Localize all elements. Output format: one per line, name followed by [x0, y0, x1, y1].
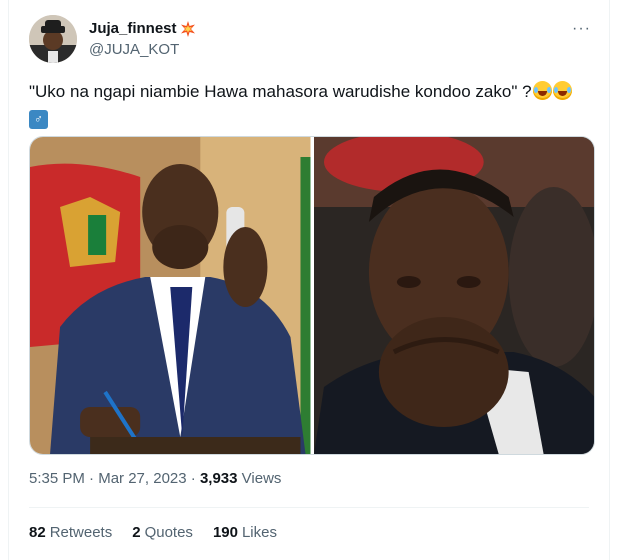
tweet-date[interactable]: Mar 27, 2023	[98, 470, 186, 487]
divider	[29, 507, 589, 508]
tweet-meta: 5:35 PM · Mar 27, 2023 · 3,933 Views	[29, 470, 281, 487]
author-name-row[interactable]: Juja_finnest	[89, 20, 196, 37]
laughing-emoji-icon	[552, 81, 572, 100]
quotes-label: Quotes	[144, 524, 193, 541]
man-symbol-emoji-icon: ♂	[29, 110, 48, 129]
views-count: 3,933	[199, 470, 238, 487]
engagement-stats: 82 Retweets 2 Quotes 190 Likes	[29, 524, 277, 541]
retweets-link[interactable]: 82 Retweets	[29, 524, 112, 541]
man-on-phone-image	[30, 137, 311, 454]
tweet-card: Juja_finnest @JUJA_KOT ··· "Uko na ngapi…	[8, 0, 610, 560]
laughing-emoji-icon	[532, 81, 552, 100]
likes-link[interactable]: 190 Likes	[213, 524, 277, 541]
likes-count: 190	[212, 524, 238, 541]
quotes-link[interactable]: 2 Quotes	[132, 524, 193, 541]
retweets-label: Retweets	[49, 524, 113, 541]
media-photo-left[interactable]	[30, 137, 311, 454]
views-label: Views	[241, 470, 282, 487]
quotes-count: 2	[132, 524, 141, 541]
retweets-count: 82	[29, 524, 46, 541]
tweet-body: "Uko na ngapi niambie Hawa mahasora waru…	[29, 82, 532, 101]
tweet-media[interactable]	[29, 136, 595, 455]
man-covering-mouth-image	[313, 137, 594, 454]
meta-separator: ·	[190, 470, 196, 487]
meta-separator: ·	[89, 470, 95, 487]
likes-label: Likes	[241, 524, 277, 541]
display-name[interactable]: Juja_finnest	[89, 20, 177, 37]
avatar-image	[29, 15, 77, 63]
collision-emoji-icon	[180, 20, 195, 37]
author-handle[interactable]: @JUJA_KOT	[89, 41, 179, 58]
avatar[interactable]	[29, 15, 77, 63]
tweet-text: "Uko na ngapi niambie Hawa mahasora waru…	[29, 80, 599, 129]
media-photo-right[interactable]	[313, 137, 594, 454]
more-options-icon[interactable]: ···	[572, 20, 591, 38]
tweet-time[interactable]: 5:35 PM	[29, 470, 85, 487]
